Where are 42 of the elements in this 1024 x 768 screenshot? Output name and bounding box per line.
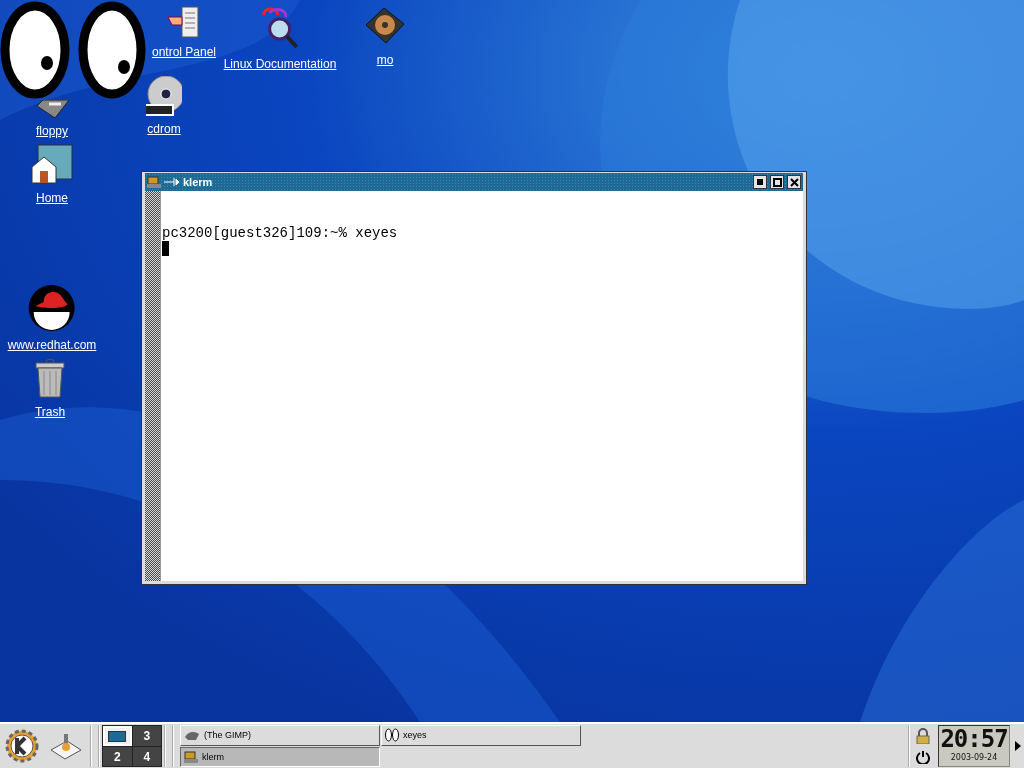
icon-label[interactable]: floppy (36, 124, 68, 138)
terminal-icon (184, 750, 198, 763)
desktop-switch[interactable]: 4 (132, 747, 161, 766)
desktop-switch[interactable]: 2 (103, 747, 132, 766)
icon-label[interactable]: Trash (34, 405, 66, 419)
icon-label[interactable]: www.redhat.com (7, 338, 97, 352)
icon-label[interactable]: ontrol Panel (152, 45, 216, 59)
minimize-button[interactable] (753, 175, 767, 189)
trash-can-icon (32, 357, 68, 399)
text-cursor (162, 241, 169, 256)
panel-handle[interactable] (90, 725, 100, 767)
terminal-icon (147, 176, 161, 188)
icon-label[interactable]: cdrom (147, 122, 181, 136)
maximize-button[interactable] (770, 175, 784, 189)
taskbar-button[interactable]: klerm (180, 746, 380, 767)
icon-label[interactable]: Linux Documentation (223, 57, 337, 71)
panel-handle[interactable] (164, 725, 174, 767)
eyes-icon (385, 728, 399, 743)
window-thumbnail (108, 730, 127, 742)
gimp-icon (184, 729, 200, 742)
hand-pointing-icon (166, 5, 202, 39)
hat-logo-icon (28, 284, 76, 332)
lock-icon (916, 727, 930, 744)
clock-date: 2003-09-24 (950, 753, 998, 762)
terminal-line: pc3200[guest326]109:~% xeyes (162, 225, 399, 241)
arrow-right-icon (1015, 741, 1021, 751)
window-title: klerm (183, 176, 214, 188)
close-icon (789, 177, 799, 187)
minimize-icon (757, 179, 763, 185)
taskbar-button[interactable]: xeyes (381, 725, 581, 746)
desktop-switch[interactable] (103, 726, 132, 746)
gear-k-icon (4, 728, 40, 764)
scrollbar[interactable] (145, 191, 161, 581)
power-icon (916, 749, 930, 764)
maximize-icon (772, 177, 782, 187)
desktop-switch[interactable]: 3 (132, 726, 161, 746)
icon-label[interactable]: Home (36, 191, 68, 205)
close-button[interactable] (787, 175, 801, 189)
icon-label[interactable]: mo (376, 53, 394, 67)
clock-time: 20:57 (940, 726, 1008, 753)
taskbar-button[interactable]: (The GIMP) (180, 725, 380, 746)
home-folder-icon (30, 143, 74, 185)
